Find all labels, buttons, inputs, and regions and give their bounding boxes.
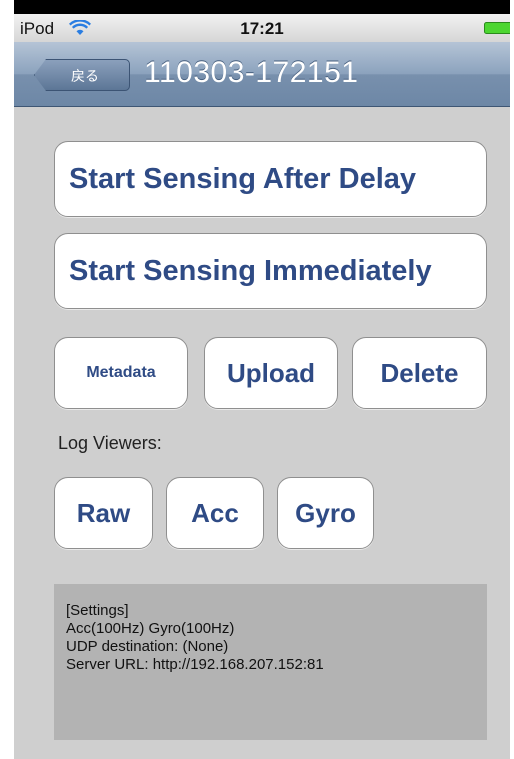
navigation-bar: 戻る 110303-172151 bbox=[14, 42, 510, 107]
settings-server-url: Server URL: http://192.168.207.152:81 bbox=[66, 656, 324, 673]
page-title: 110303-172151 bbox=[144, 56, 359, 89]
upload-button[interactable]: Upload bbox=[204, 337, 338, 409]
raw-log-button[interactable]: Raw bbox=[54, 477, 153, 549]
settings-panel: [Settings] Acc(100Hz) Gyro(100Hz) UDP de… bbox=[54, 584, 487, 740]
screen: iPod 17:21 戻る 110303-172151 Start Sensin… bbox=[14, 14, 510, 759]
settings-heading: [Settings] bbox=[66, 602, 129, 619]
clock: 17:21 bbox=[240, 19, 284, 38]
metadata-button[interactable]: Metadata bbox=[54, 337, 188, 409]
main-content: Start Sensing After Delay Start Sensing … bbox=[14, 107, 510, 759]
log-viewers-label: Log Viewers: bbox=[58, 433, 162, 453]
battery-icon bbox=[484, 22, 510, 34]
status-bar: iPod 17:21 bbox=[14, 14, 510, 42]
settings-sensor-rates: Acc(100Hz) Gyro(100Hz) bbox=[66, 620, 235, 637]
acc-log-button[interactable]: Acc bbox=[166, 477, 264, 549]
back-button[interactable]: 戻る bbox=[34, 59, 130, 91]
delete-button[interactable]: Delete bbox=[352, 337, 487, 409]
start-sensing-immediately-button[interactable]: Start Sensing Immediately bbox=[54, 233, 487, 309]
device-frame: iPod 17:21 戻る 110303-172151 Start Sensin… bbox=[14, 0, 510, 759]
settings-udp-destination: UDP destination: (None) bbox=[66, 638, 229, 655]
gyro-log-button[interactable]: Gyro bbox=[277, 477, 374, 549]
start-sensing-after-delay-button[interactable]: Start Sensing After Delay bbox=[54, 141, 487, 217]
